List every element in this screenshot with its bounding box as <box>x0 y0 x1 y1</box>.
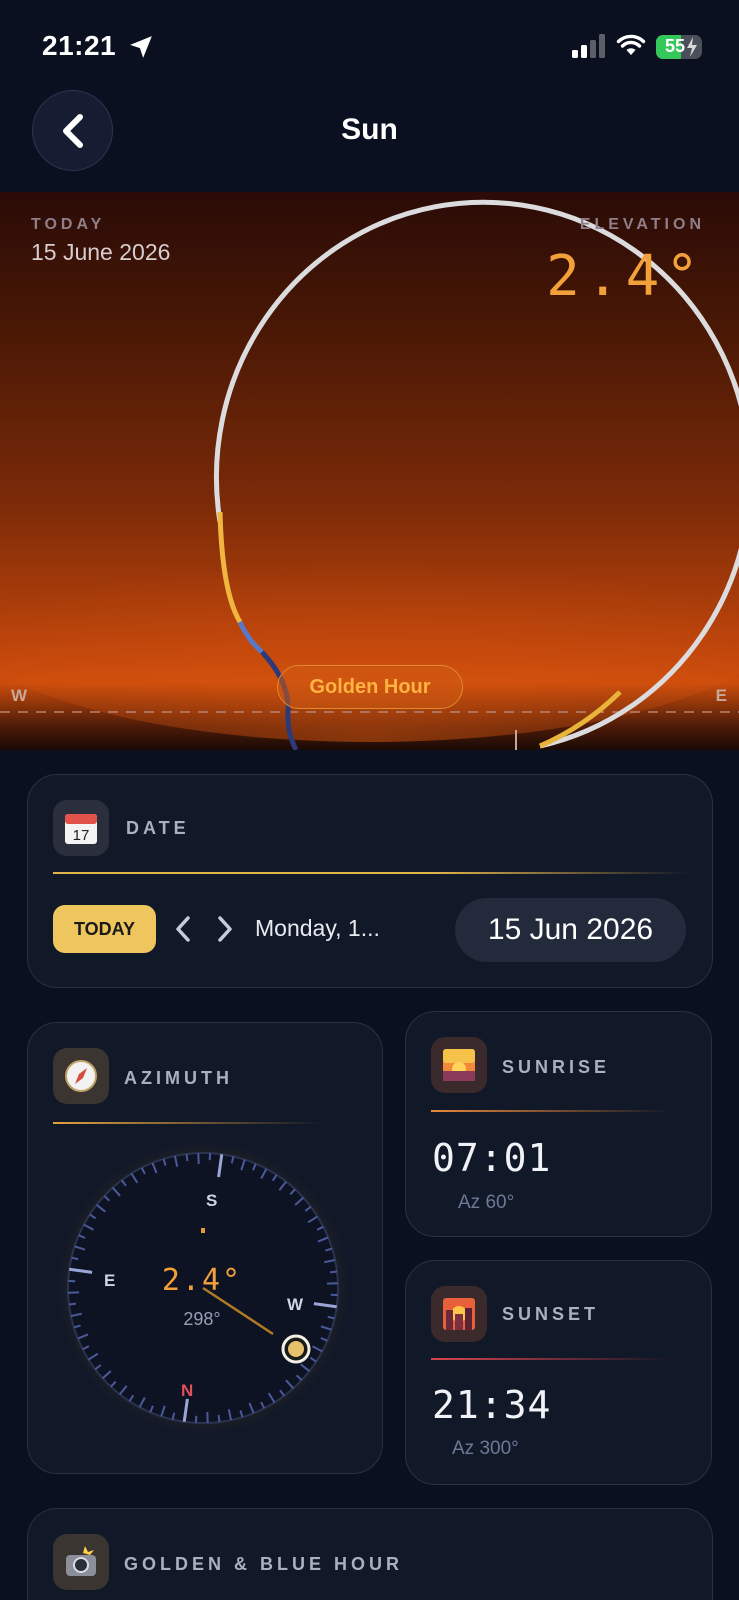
compass-tick <box>217 1414 221 1423</box>
bolt-icon <box>687 37 697 57</box>
day-label: Monday, 1... <box>255 915 380 941</box>
today-date: 15 June 2026 <box>31 239 171 265</box>
page-title: Sun <box>341 113 398 146</box>
divider <box>53 872 689 874</box>
compass-azimuth: 298° <box>183 1309 221 1329</box>
sky-view[interactable]: TODAY 15 June 2026 ELEVATION 2.4° Golden… <box>0 192 739 750</box>
battery-indicator: 55 <box>656 35 702 59</box>
date-card: 17 DATE TODAY Monday, 1... 15 Jun 2026 <box>27 774 713 988</box>
divider <box>431 1358 671 1360</box>
divider <box>53 1122 323 1124</box>
sunset-azimuth: Az 300° <box>452 1438 519 1459</box>
east-label: E <box>715 686 727 705</box>
sunrise-icon <box>431 1037 487 1093</box>
calendar-icon: 17 <box>53 800 109 856</box>
sunset-card: SUNSET 21:34 Az 300° <box>405 1260 712 1485</box>
compass-label-n: N <box>181 1381 194 1400</box>
golden-card-title: GOLDEN & BLUE HOUR <box>124 1554 403 1574</box>
azimuth-card: AZIMUTH S E W N 2.4° 298° <box>27 1022 383 1474</box>
compass-icon <box>53 1048 109 1104</box>
camera-flash-icon <box>53 1534 109 1590</box>
date-picker[interactable]: 15 Jun 2026 <box>455 898 686 962</box>
sunset-icon <box>431 1286 487 1342</box>
compass-label-s: S <box>206 1191 218 1210</box>
status-time: 21:21 <box>42 30 117 61</box>
elevation-caption: ELEVATION <box>579 216 705 233</box>
sunset-card-title: SUNSET <box>502 1304 600 1324</box>
location-arrow-icon <box>130 36 152 58</box>
compass-tick <box>68 1302 77 1306</box>
azimuth-card-title: AZIMUTH <box>124 1068 233 1088</box>
sunrise-card: SUNRISE 07:01 Az 60° <box>405 1011 712 1237</box>
divider <box>431 1110 671 1112</box>
next-day-button[interactable] <box>213 913 237 945</box>
svg-text:17: 17 <box>73 827 90 844</box>
golden-blue-hour-card: GOLDEN & BLUE HOUR <box>27 1508 713 1600</box>
sunrise-card-title: SUNRISE <box>502 1057 611 1077</box>
compass-elevation: 2.4° <box>161 1263 243 1298</box>
phase-badge: Golden Hour <box>277 665 463 709</box>
wifi-icon <box>616 34 646 55</box>
sunset-time: 21:34 <box>432 1383 552 1427</box>
sunrise-azimuth: Az 60° <box>458 1192 515 1213</box>
cellular-signal-icon <box>572 34 605 58</box>
elevation-value: 2.4° <box>546 244 705 309</box>
west-label: W <box>11 686 28 705</box>
previous-day-button[interactable] <box>171 913 195 945</box>
today-caption: TODAY <box>31 216 106 233</box>
date-card-title: DATE <box>126 818 190 838</box>
compass-tick <box>185 1153 189 1162</box>
sunrise-time: 07:01 <box>432 1136 552 1180</box>
today-button[interactable]: TODAY <box>53 905 156 953</box>
status-bar: 21:21 55 <box>0 0 739 90</box>
